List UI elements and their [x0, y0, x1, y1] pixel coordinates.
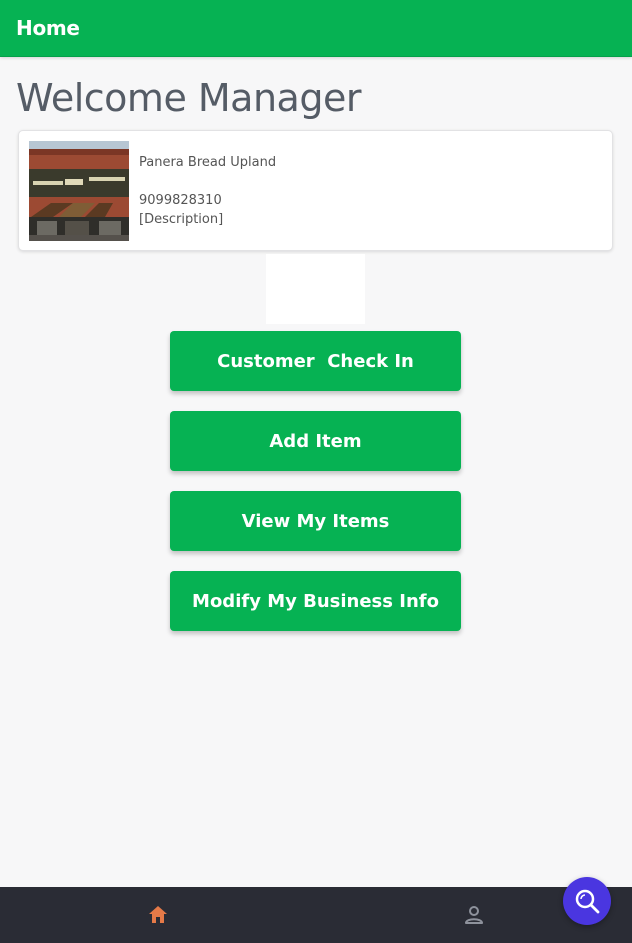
image-placeholder	[266, 254, 365, 324]
header-title: Home	[16, 16, 80, 40]
home-icon	[149, 906, 167, 923]
search-fab[interactable]	[563, 877, 611, 925]
business-phone: 9099828310	[139, 193, 222, 208]
customer-check-in-button[interactable]: Customer Check In	[170, 331, 461, 391]
tab-home[interactable]	[146, 904, 170, 926]
bottom-tab-bar	[0, 887, 632, 943]
business-name: Panera Bread Upland	[139, 155, 277, 170]
add-item-button[interactable]: Add Item	[170, 411, 461, 471]
business-description: [Description]	[139, 212, 224, 227]
modify-business-info-button[interactable]: Modify My Business Info	[170, 571, 461, 631]
person-icon	[465, 906, 483, 924]
view-my-items-button[interactable]: View My Items	[170, 491, 461, 551]
page-title: Welcome Manager	[16, 76, 361, 120]
tab-profile[interactable]	[462, 904, 486, 926]
search-icon	[575, 889, 600, 914]
business-photo	[29, 141, 129, 241]
app-header: Home	[0, 0, 632, 57]
business-card[interactable]: Panera Bread Upland 9099828310 [Descript…	[18, 130, 613, 251]
